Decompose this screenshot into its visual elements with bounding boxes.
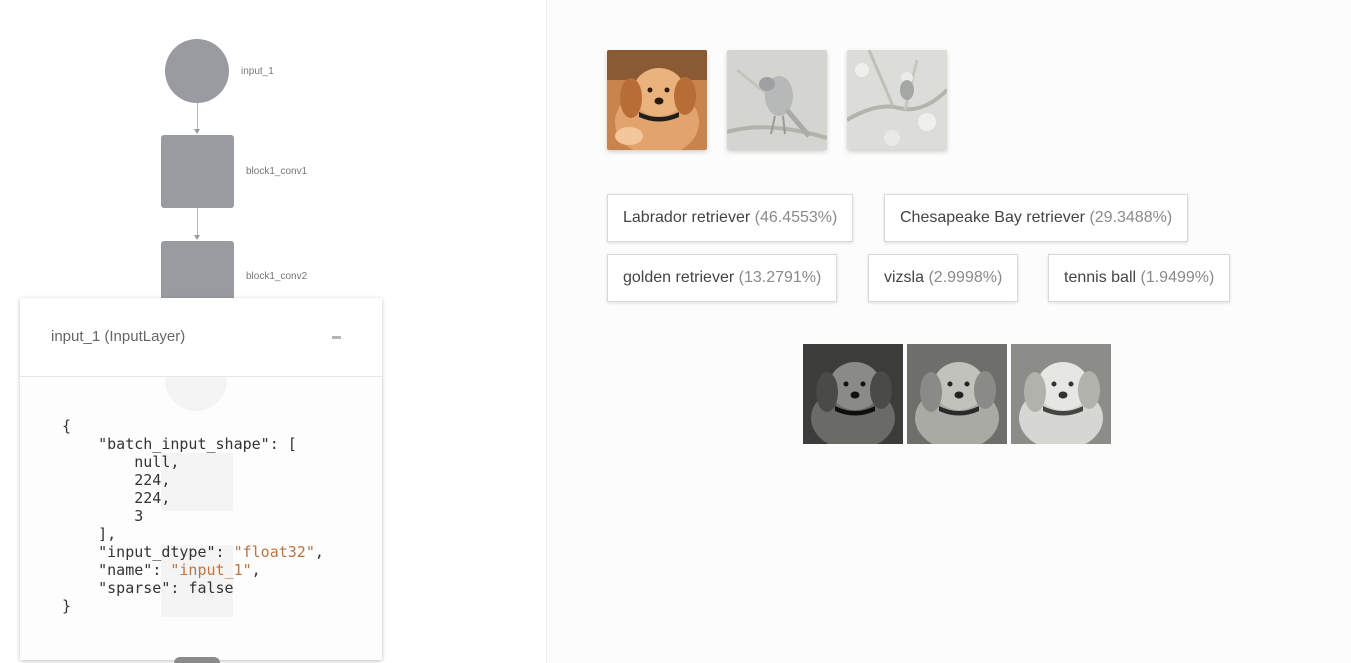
graph-node-label: block1_conv1 [246, 166, 308, 177]
prediction-chip: Chesapeake Bay retriever (29.3488%) [884, 194, 1189, 242]
prediction-label: golden retriever [623, 269, 735, 286]
prediction-percent: (13.2791%) [738, 269, 822, 286]
thumbnail-bird[interactable] [727, 50, 827, 150]
prediction-percent: (2.9998%) [928, 269, 1003, 286]
edge-arrow-icon [194, 129, 200, 134]
layer-config-json: { "batch_input_shape": [ null, 224, 224,… [62, 417, 324, 615]
minus-icon[interactable] [332, 336, 341, 339]
panel-title: input_1 (InputLayer) [51, 328, 186, 345]
inference-pane: Labrador retriever (46.4553%) Chesapeake… [547, 0, 1351, 663]
image-variant-medium [907, 344, 1007, 444]
graph-node-block1-conv1[interactable] [161, 135, 234, 208]
graph-node-input[interactable] [165, 39, 229, 103]
image-variant-dark [803, 344, 903, 444]
model-graph-pane: input_1 block1_conv1 block1_conv2 input_… [0, 0, 547, 663]
prediction-label: Labrador retriever [623, 209, 751, 226]
prediction-percent: (1.9499%) [1140, 269, 1215, 286]
graph-node-label: block1_conv2 [246, 271, 308, 282]
prediction-label: Chesapeake Bay retriever [900, 209, 1085, 226]
graph-node-partial [174, 657, 220, 663]
prediction-chip: vizsla (2.9998%) [868, 254, 1019, 302]
prediction-percent: (46.4553%) [754, 209, 838, 226]
prediction-chip: tennis ball (1.9499%) [1048, 254, 1231, 302]
graph-node-block1-conv2[interactable] [161, 241, 234, 301]
graph-node-label: input_1 [241, 66, 274, 77]
prediction-percent: (29.3488%) [1089, 209, 1173, 226]
prediction-chip: golden retriever (13.2791%) [607, 254, 838, 302]
edge-arrow-icon [194, 235, 200, 240]
thumbnail-snow-branch[interactable] [847, 50, 947, 150]
panel-body: { "batch_input_shape": [ null, 224, 224,… [20, 377, 382, 660]
prediction-chip: Labrador retriever (46.4553%) [607, 194, 854, 242]
prediction-label: tennis ball [1064, 269, 1137, 286]
image-variant-light [1011, 344, 1111, 444]
layer-details-panel: input_1 (InputLayer) { "batch_input_shap… [20, 298, 382, 660]
thumbnail-puppy[interactable] [607, 50, 707, 150]
prediction-label: vizsla [884, 269, 925, 286]
graph-edge [197, 208, 198, 236]
graph-edge [197, 103, 198, 130]
panel-header: input_1 (InputLayer) [20, 298, 382, 377]
ghost-node-shape [165, 377, 227, 411]
